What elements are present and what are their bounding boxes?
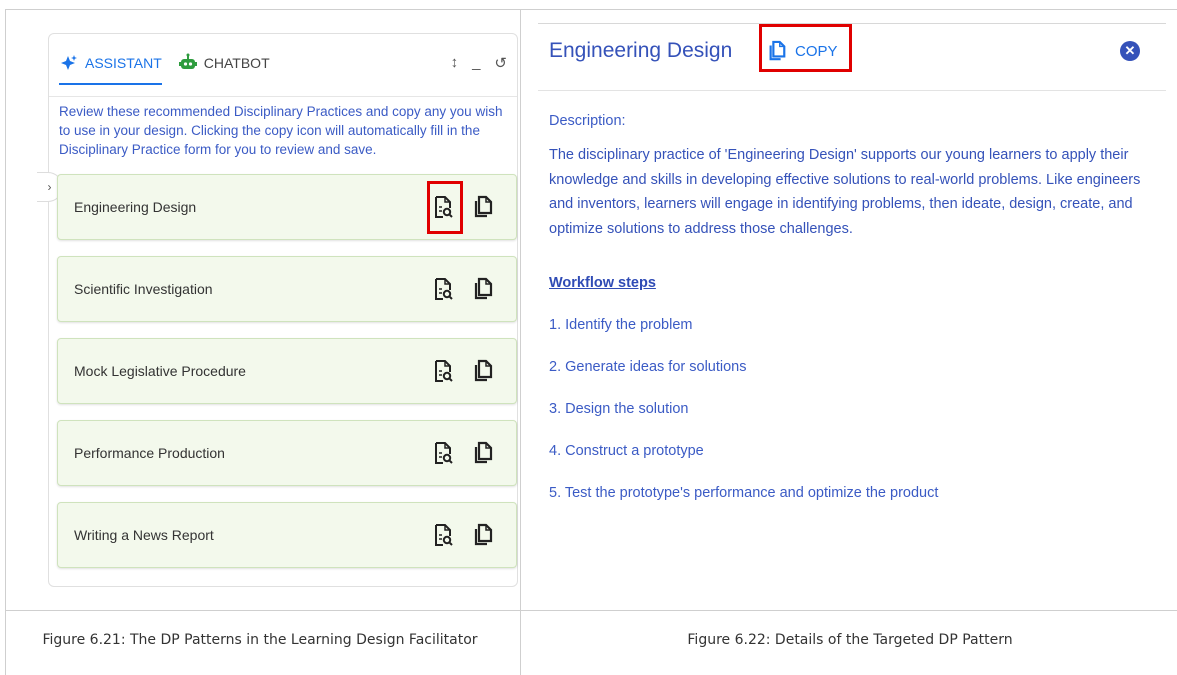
workflow-step: 3. Design the solution xyxy=(549,401,689,417)
copy-icon[interactable] xyxy=(472,441,494,465)
right-panel-divider xyxy=(538,90,1166,91)
practice-label: Performance Production xyxy=(74,445,225,461)
tab-assistant-label: ASSISTANT xyxy=(85,55,162,71)
practice-card[interactable]: Scientific Investigation xyxy=(57,256,517,322)
history-icon[interactable]: ↺ xyxy=(494,54,507,72)
practice-card[interactable]: Performance Production xyxy=(57,420,517,486)
tab-chatbot-label: CHATBOT xyxy=(203,55,270,71)
practice-card[interactable]: Writing a News Report xyxy=(57,502,517,568)
practice-label: Writing a News Report xyxy=(74,527,214,543)
practice-label: Scientific Investigation xyxy=(74,281,213,297)
practice-card[interactable]: Mock Legislative Procedure xyxy=(57,338,517,404)
chevron-right-icon: › xyxy=(47,180,52,194)
figure-left-border xyxy=(5,9,6,675)
panel-header-tools: ↕ _ ↺ xyxy=(451,54,507,72)
workflow-step: 5. Test the prototype's performance and … xyxy=(549,485,939,501)
close-icon: ✕ xyxy=(1124,43,1136,58)
copy-icon[interactable] xyxy=(472,523,494,547)
close-button[interactable]: ✕ xyxy=(1120,41,1140,61)
figure-center-divider xyxy=(520,9,521,675)
sparkle-icon xyxy=(61,55,77,70)
practice-label: Engineering Design xyxy=(74,199,197,215)
copy-icon[interactable] xyxy=(472,195,494,219)
resize-icon[interactable]: ↕ xyxy=(451,54,459,72)
tab-assistant[interactable]: ASSISTANT xyxy=(59,53,162,85)
copy-icon[interactable] xyxy=(472,359,494,383)
page-title: Engineering Design xyxy=(549,39,733,62)
workflow-step: 4. Construct a prototype xyxy=(549,443,704,459)
right-panel-top-border xyxy=(538,23,1166,24)
practice-label: Mock Legislative Procedure xyxy=(74,363,246,379)
intro-text: Review these recommended Disciplinary Pr… xyxy=(59,104,503,157)
tab-chatbot[interactable]: CHATBOT xyxy=(178,53,270,85)
minimize-icon[interactable]: _ xyxy=(472,54,480,72)
description-text: The disciplinary practice of 'Engineerin… xyxy=(549,147,1141,237)
workflow-steps-list: 1. Identify the problem 2. Generate idea… xyxy=(549,317,938,527)
view-details-icon[interactable] xyxy=(432,359,454,383)
workflow-step: 2. Generate ideas for solutions xyxy=(549,359,747,375)
view-icon-highlight xyxy=(427,181,463,234)
copy-button-highlight xyxy=(759,24,852,72)
tabs-divider xyxy=(49,96,517,97)
workflow-steps-link[interactable]: Workflow steps xyxy=(549,275,656,291)
copy-icon[interactable] xyxy=(472,277,494,301)
figure-top-border xyxy=(5,9,1177,10)
caption-right: Figure 6.22: Details of the Targeted DP … xyxy=(687,632,1013,648)
assistant-tabs: ASSISTANT CHATBOT xyxy=(59,48,286,85)
view-details-icon[interactable] xyxy=(432,277,454,301)
view-details-icon[interactable] xyxy=(432,441,454,465)
figure-caption-divider xyxy=(5,610,1177,611)
robot-icon xyxy=(178,53,197,69)
workflow-step: 1. Identify the problem xyxy=(549,317,693,333)
caption-left: Figure 6.21: The DP Patterns in the Lear… xyxy=(42,632,478,648)
description-label: Description: xyxy=(549,113,626,129)
view-details-icon[interactable] xyxy=(432,523,454,547)
